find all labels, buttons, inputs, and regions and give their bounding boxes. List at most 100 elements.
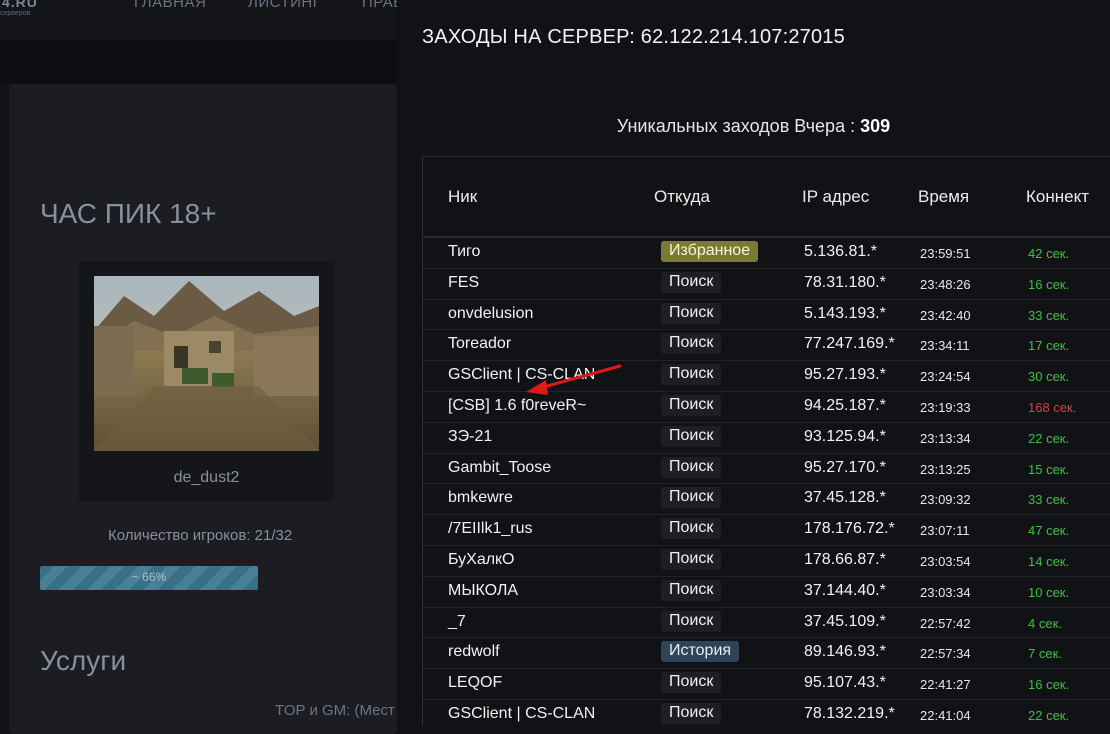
row-time: 23:42:40 xyxy=(920,307,971,323)
row-connect: 22 сек. xyxy=(1028,708,1070,723)
player-count-label: Количество игроков: xyxy=(108,527,251,544)
row-nick: МЫКОЛА xyxy=(448,581,519,599)
row-nick: _7 xyxy=(448,612,466,630)
row-time: 22:57:34 xyxy=(920,646,971,662)
unique-visits: Уникальных заходов Вчера : 309 xyxy=(397,116,1110,137)
row-ip: 178.176.72.* xyxy=(804,520,895,538)
table-row: /7EIIlk1_rus Поиск 178.176.72.* 23:07:11 47 … xyxy=(423,514,1110,546)
row-source-badge: Поиск xyxy=(661,610,722,632)
row-source-badge: Поиск xyxy=(661,364,722,386)
table-row: МЫКОЛА Поиск 37.144.40.* 23:03:34 10 сек. xyxy=(423,575,1110,608)
row-source-badge: Поиск xyxy=(661,271,722,293)
table-row: Toreador Поиск 77.247.169.* 23:34:11 17 сек. xyxy=(423,329,1110,361)
table-row: _7 Поиск 37.45.109.* 22:57:42 4 сек. xyxy=(423,606,1110,639)
logo-subtext: серверов xyxy=(0,10,31,17)
row-nick: [CSB] 1.6 f0reveR~ xyxy=(448,397,587,414)
server-load-progress: ~ 66% xyxy=(40,566,258,590)
row-connect: 14 сек. xyxy=(1028,554,1070,569)
row-time: 23:48:26 xyxy=(920,276,971,292)
row-nick: LEQOF xyxy=(448,674,503,692)
table-row: БуХалкО Поиск 178.66.87.* 23:03:54 14 сек. xyxy=(423,545,1110,577)
progress-label: ~ 66% xyxy=(131,570,167,584)
row-source-badge: Поиск xyxy=(661,302,722,324)
row-ip: 95.107.43.* xyxy=(804,674,886,692)
unique-visits-label: Уникальных заходов Вчера : xyxy=(616,116,856,136)
row-connect: 7 сек. xyxy=(1028,646,1062,662)
header-strip xyxy=(0,40,400,84)
row-ip: 78.132.219.* xyxy=(804,705,895,722)
top-gm-text: TOP и GM: (Мест xyxy=(275,702,395,719)
row-nick: БуХалкО xyxy=(448,551,515,568)
table-row: redwolf История 89.146.93.* 22:57:34 7 сек. xyxy=(423,637,1110,669)
modal-title: ЗАХОДЫ НА СЕРВЕР: 62.122.214.107:27015 xyxy=(422,26,845,48)
row-nick: Gambit_Toose xyxy=(448,458,552,476)
row-connect: 47 сек. xyxy=(1028,523,1070,539)
row-nick: redwolf xyxy=(448,643,500,661)
row-nick: GSClient | CS-CLAN xyxy=(448,366,596,384)
column-header-ip: IP адрес xyxy=(802,187,870,206)
map-name: de_dust2 xyxy=(173,469,240,486)
map-preview-image xyxy=(94,276,319,451)
row-ip: 95.27.193.* xyxy=(804,366,886,384)
row-nick: Toreador xyxy=(448,335,512,353)
row-source-badge: Поиск xyxy=(661,333,722,355)
nav-link-home[interactable]: ГЛАВНАЯ xyxy=(134,0,206,11)
table-row: Gambit_Toose Поиск 95.27.170.* 23:13:25 15 с… xyxy=(423,452,1110,485)
row-nick: ЗЭ-21 xyxy=(448,427,493,445)
row-connect: 4 сек. xyxy=(1028,615,1062,631)
row-nick: /7EIIlk1_rus xyxy=(448,520,533,538)
site-logo[interactable]: 4.RU серверов xyxy=(0,0,38,17)
column-header-connect: Коннект xyxy=(1026,187,1090,206)
row-source-badge: Поиск xyxy=(661,703,722,724)
row-connect: 42 сек. xyxy=(1028,246,1070,261)
row-nick: onvdelusion xyxy=(448,304,534,322)
player-count-value: 21/32 xyxy=(254,527,293,544)
row-connect: 10 сек. xyxy=(1028,584,1070,600)
row-connect: 15 сек. xyxy=(1028,461,1070,477)
row-ip: 5.143.193.* xyxy=(804,304,886,322)
player-count: Количество игроков: 21/32 xyxy=(108,527,292,544)
row-connect: 17 сек. xyxy=(1028,338,1070,354)
services-heading: Услуги xyxy=(40,645,127,676)
row-source-badge: Избранное xyxy=(661,241,759,262)
row-ip: 89.146.93.* xyxy=(804,643,886,661)
row-source-badge: Поиск xyxy=(661,425,722,447)
nav-link-listing[interactable]: ЛИСТИНГ xyxy=(248,0,321,11)
row-source-badge: Поиск xyxy=(661,518,722,540)
server-name: ЧАС ПИК 18+ xyxy=(40,198,217,229)
table-row: FES Поиск 78.31.180.* 23:48:26 16 сек. xyxy=(423,267,1110,300)
row-ip: 37.144.40.* xyxy=(804,581,886,599)
row-ip: 78.31.180.* xyxy=(804,273,886,291)
row-connect: 33 сек. xyxy=(1028,492,1070,508)
row-nick: GSClient | CS-CLAN xyxy=(448,705,596,722)
row-time: 23:09:32 xyxy=(920,492,971,508)
server-visits-modal: ЗАХОДЫ НА СЕРВЕР: 62.122.214.107:27015 У… xyxy=(397,0,1110,726)
row-time: 22:41:27 xyxy=(920,677,971,693)
row-time: 23:03:54 xyxy=(920,554,971,569)
row-connect: 22 сек. xyxy=(1028,430,1070,446)
table-row: GSClient | CS-CLAN Поиск 78.132.219.* 22:41… xyxy=(423,699,1110,726)
row-ip: 178.66.87.* xyxy=(804,551,886,568)
row-source-badge: Поиск xyxy=(661,672,722,694)
row-time: 22:41:04 xyxy=(920,708,971,723)
row-source-badge: Поиск xyxy=(661,456,722,478)
row-source-badge: Поиск xyxy=(661,487,722,509)
table-row: ЗЭ-21 Поиск 93.125.94.* 23:13:34 22 сек. xyxy=(423,421,1110,454)
row-nick: bmkewre xyxy=(448,489,513,507)
row-connect: 16 сек. xyxy=(1028,677,1070,693)
column-header-time: Время xyxy=(918,187,970,206)
table-row: [CSB] 1.6 f0reveR~ Поиск 94.25.187.* 23:19:… xyxy=(423,391,1110,423)
visits-table: Ник Откуда IP адрес Время Коннект Тиго Из… xyxy=(422,156,1110,726)
table-row: GSClient | CS-CLAN Поиск 95.27.193.* 23:24:… xyxy=(423,360,1110,392)
row-ip: 93.125.94.* xyxy=(804,427,886,445)
row-time: 23:24:54 xyxy=(920,369,971,385)
row-source-badge: Поиск xyxy=(661,395,722,416)
row-connect: 168 сек. xyxy=(1028,400,1077,415)
row-connect: 30 сек. xyxy=(1028,369,1070,385)
table-row: LEQOF Поиск 95.107.43.* 22:41:27 16 сек. xyxy=(423,668,1110,700)
row-time: 23:07:11 xyxy=(920,523,970,539)
column-header-source: Откуда xyxy=(654,187,710,206)
row-time: 23:13:25 xyxy=(920,461,971,477)
row-ip: 37.45.109.* xyxy=(804,612,886,630)
row-connect: 33 сек. xyxy=(1028,307,1070,323)
